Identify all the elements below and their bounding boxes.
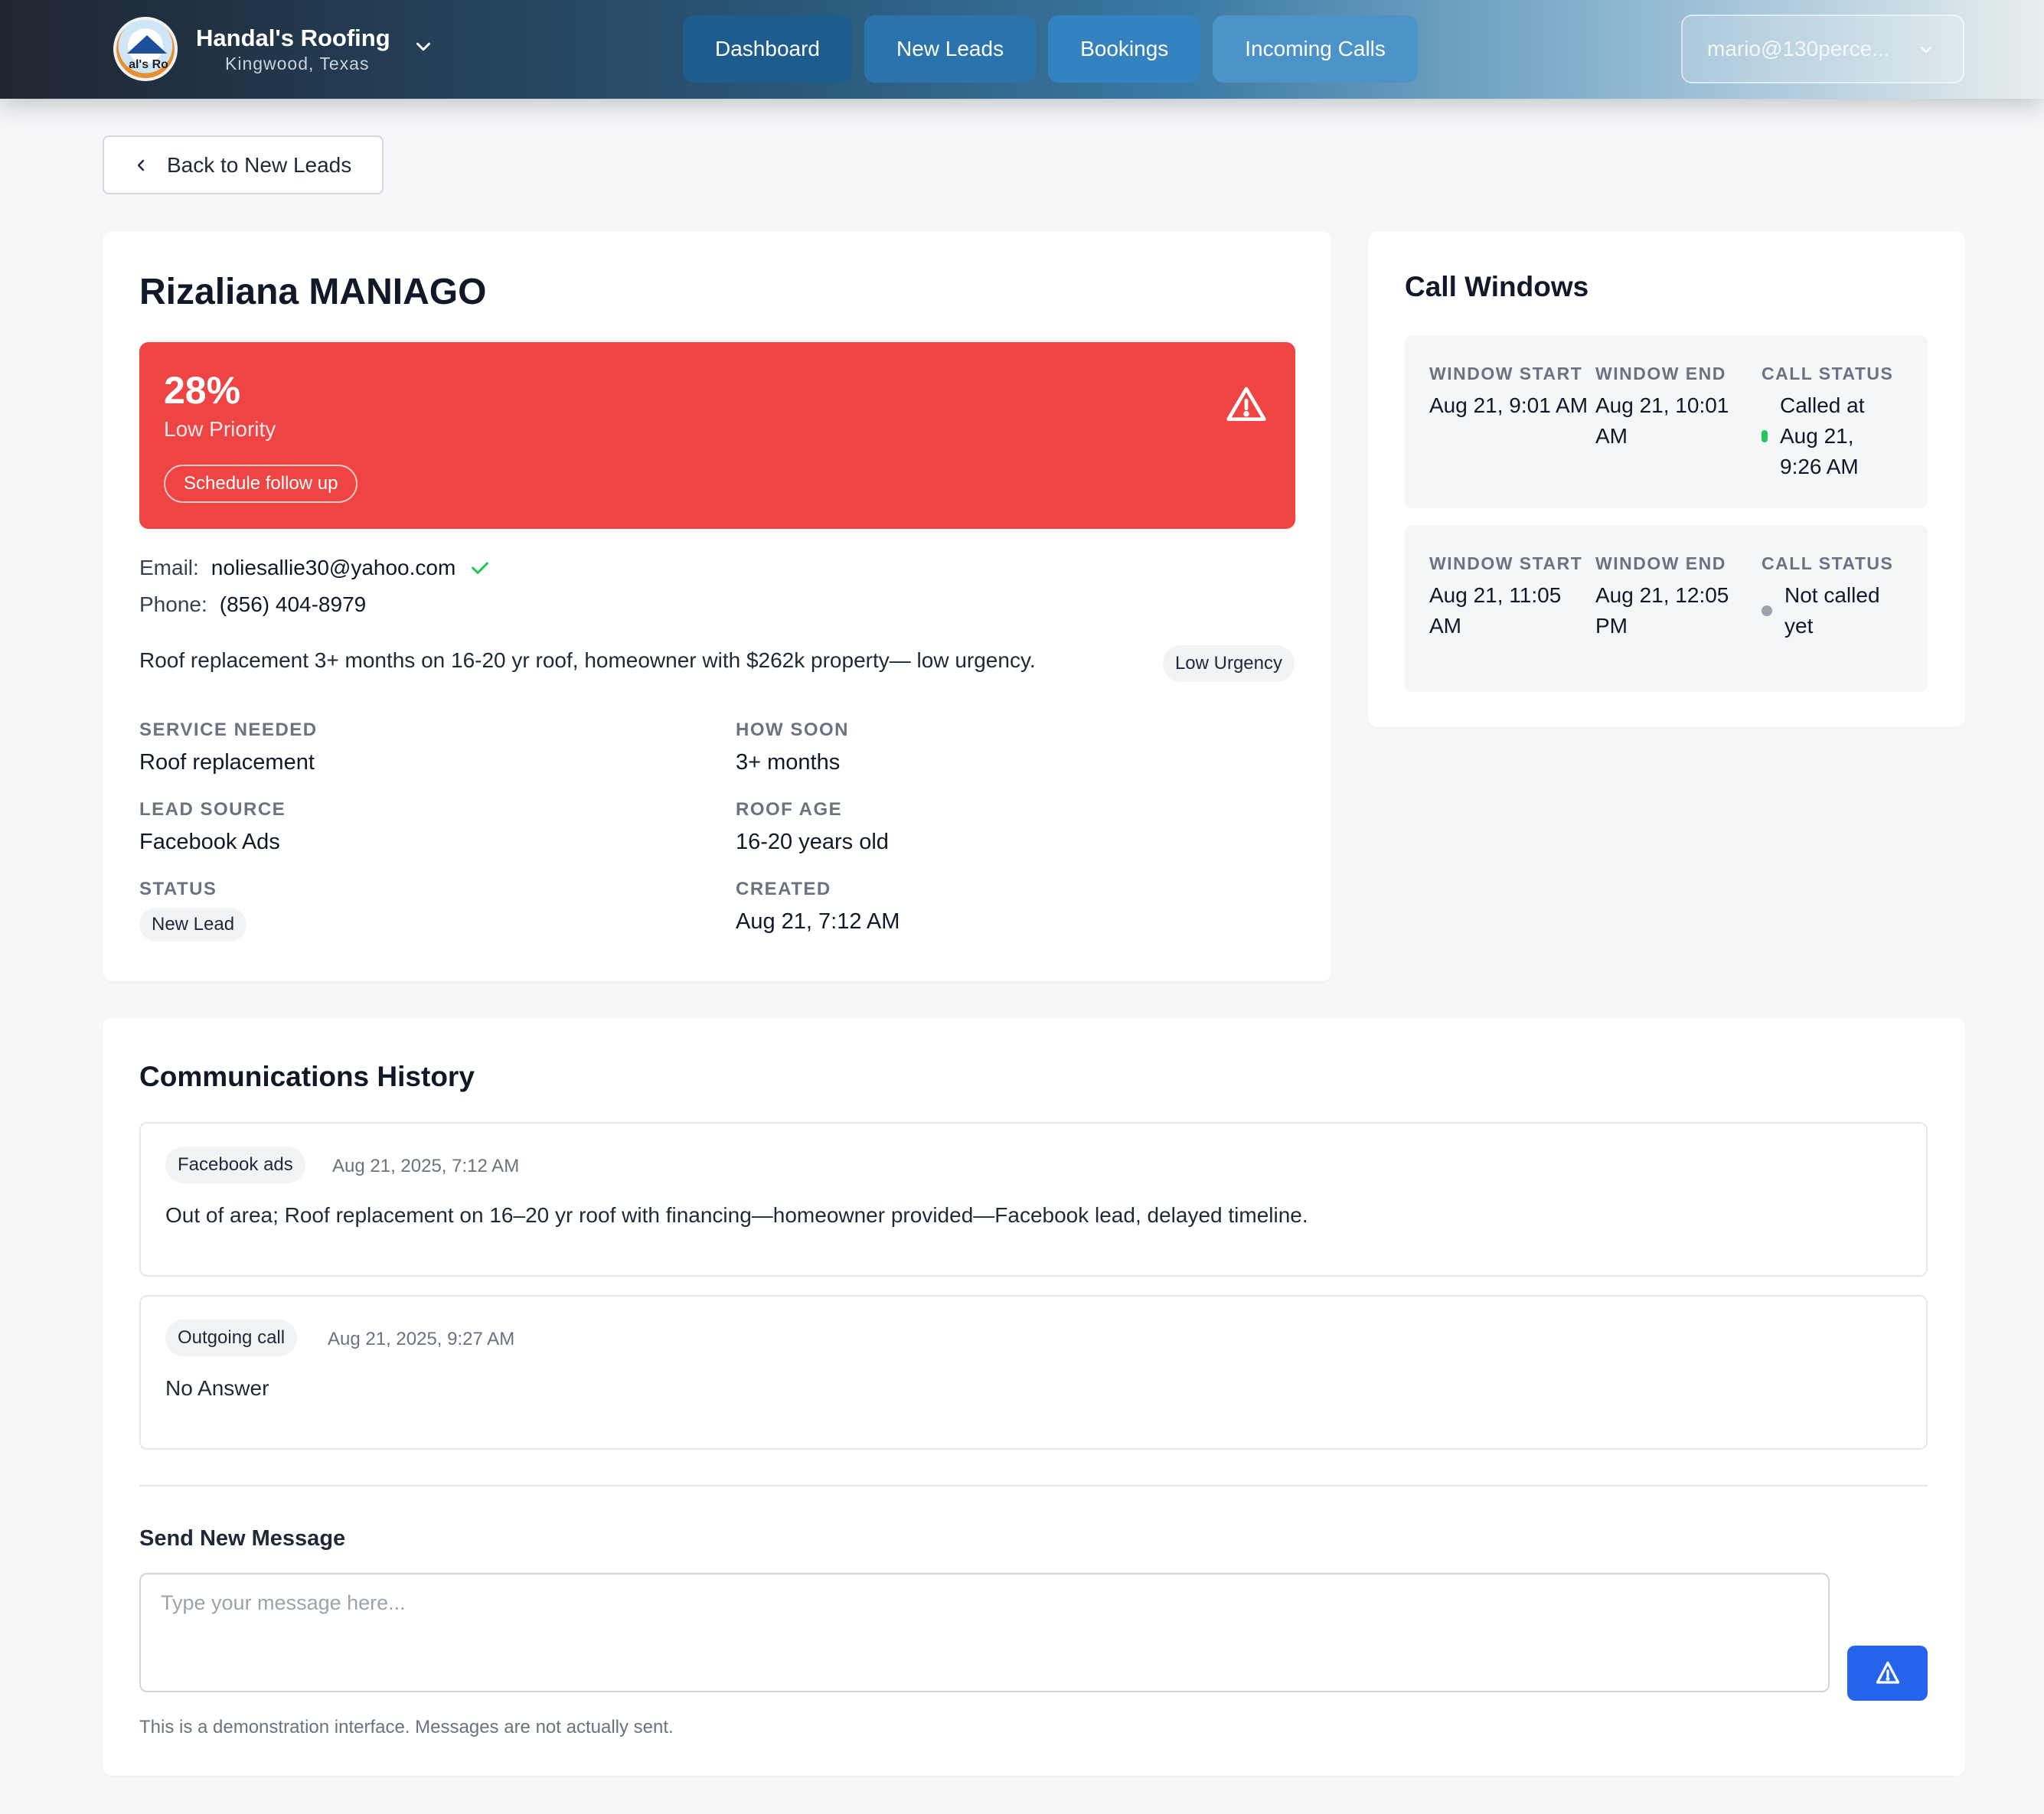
send-message-title: Send New Message: [139, 1526, 346, 1551]
phone-row: Phone: (856) 404-8979: [139, 592, 366, 617]
message-item: Facebook ads Aug 21, 2025, 7:12 AM Out o…: [139, 1122, 1928, 1277]
lead-details-card: Rizaliana MANIAGO 28% Low Priority Sched…: [103, 231, 1331, 981]
call-status-col: CALL STATUS Not called yet: [1762, 551, 1922, 641]
lead-name: Rizaliana MANIAGO: [139, 272, 487, 312]
divider: [139, 1485, 1928, 1486]
field-how-soon: HOW SOON 3+ months: [736, 719, 849, 775]
communications-card: Communications History Facebook ads Aug …: [103, 1018, 1965, 1776]
status-dot-icon: [1762, 605, 1772, 616]
status-badge: New Lead: [139, 908, 247, 941]
message-body: No Answer: [165, 1376, 269, 1400]
user-email: mario@130perce...: [1707, 37, 1890, 60]
email-value[interactable]: noliesallie30@yahoo.com: [211, 556, 456, 580]
nav-new-leads[interactable]: New Leads: [864, 15, 1037, 83]
call-status-col: CALL STATUS Called at Aug 21, 9:26 AM: [1762, 361, 1922, 482]
top-navigation-bar: al's Ro Handal's Roofing Kingwood, Texas…: [0, 0, 2044, 99]
field-value: 16-20 years old: [736, 830, 889, 854]
call-status-label: CALL STATUS: [1762, 553, 1894, 573]
window-start-value: Aug 21, 9:01 AM: [1429, 393, 1589, 417]
logo-roof-shape: [127, 35, 167, 54]
chevron-down-icon[interactable]: [412, 35, 435, 58]
chevron-down-icon: [1920, 46, 1932, 54]
nav-dashboard[interactable]: Dashboard: [683, 15, 852, 83]
lead-summary: Roof replacement 3+ months on 16-20 yr r…: [139, 648, 1036, 672]
window-start-label: WINDOW START: [1429, 364, 1583, 383]
message-input[interactable]: [139, 1573, 1830, 1692]
send-icon: [1876, 1661, 1899, 1684]
window-start-value: Aug 21, 11:05 AM: [1429, 583, 1562, 638]
main-nav: Dashboard New Leads Bookings Incoming Ca…: [683, 15, 1418, 83]
call-status: Not called yet: [1762, 580, 1922, 641]
window-end-col: WINDOW END Aug 21, 10:01 AM: [1595, 361, 1756, 452]
window-end-value: Aug 21, 12:05 PM: [1595, 583, 1729, 638]
field-value: Facebook Ads: [139, 830, 280, 854]
priority-banner: 28% Low Priority Schedule follow up: [139, 342, 1295, 529]
call-status-value: Not called yet: [1784, 583, 1880, 638]
field-label: ROOF AGE: [736, 799, 843, 820]
warning-triangle-icon: [1226, 387, 1266, 421]
brand-text: Handal's Roofing Kingwood, Texas: [196, 24, 390, 74]
call-windows-title: Call Windows: [1405, 271, 1589, 302]
window-end-label: WINDOW END: [1595, 364, 1726, 383]
field-service-needed: SERVICE NEEDED Roof replacement: [139, 719, 318, 775]
field-label: LEAD SOURCE: [139, 799, 286, 820]
field-value: 3+ months: [736, 750, 841, 775]
urgency-badge: Low Urgency: [1162, 645, 1295, 682]
message-body: Out of area; Roof replacement on 16–20 y…: [165, 1203, 1308, 1227]
logo-text: al's Ro: [129, 58, 168, 71]
brand-name: Handal's Roofing: [196, 24, 390, 51]
call-status-label: CALL STATUS: [1762, 364, 1894, 383]
field-roof-age: ROOF AGE 16-20 years old: [736, 799, 889, 855]
call-window-item: WINDOW START Aug 21, 9:01 AM WINDOW END …: [1405, 335, 1928, 508]
field-status: STATUS New Lead: [139, 879, 247, 941]
window-end-value: Aug 21, 10:01 AM: [1595, 393, 1729, 448]
field-lead-source: LEAD SOURCE Facebook Ads: [139, 799, 286, 855]
nav-bookings[interactable]: Bookings: [1048, 15, 1201, 83]
brand-switcher[interactable]: al's Ro Handal's Roofing Kingwood, Texas: [113, 17, 435, 81]
field-value: Roof replacement: [139, 750, 315, 775]
email-label: Email:: [139, 556, 199, 579]
back-label: Back to New Leads: [167, 152, 352, 177]
status-dot-icon: [1762, 430, 1768, 442]
call-window-item: WINDOW START Aug 21, 11:05 AM WINDOW END…: [1405, 525, 1928, 692]
user-menu-button[interactable]: mario@130perce...: [1681, 15, 1964, 83]
window-start-col: WINDOW START Aug 21, 9:01 AM: [1429, 361, 1590, 421]
company-logo: al's Ro: [113, 17, 178, 81]
window-start-label: WINDOW START: [1429, 553, 1583, 573]
communications-title: Communications History: [139, 1061, 475, 1092]
field-value: Aug 21, 7:12 AM: [736, 909, 900, 934]
call-windows-card: Call Windows WINDOW START Aug 21, 9:01 A…: [1368, 231, 1965, 727]
schedule-follow-up-button[interactable]: Schedule follow up: [164, 465, 358, 503]
nav-incoming-calls[interactable]: Incoming Calls: [1213, 15, 1418, 83]
channel-badge: Facebook ads: [165, 1147, 305, 1183]
demo-note: This is a demonstration interface. Messa…: [139, 1717, 674, 1737]
lead-score: 28%: [164, 369, 241, 412]
call-status: Called at Aug 21, 9:26 AM: [1762, 390, 1922, 482]
priority-label: Low Priority: [164, 417, 276, 441]
message-time: Aug 21, 2025, 9:27 AM: [328, 1329, 515, 1349]
window-end-label: WINDOW END: [1595, 553, 1726, 573]
field-label: SERVICE NEEDED: [139, 719, 318, 740]
phone-label: Phone:: [139, 592, 207, 616]
window-end-col: WINDOW END Aug 21, 12:05 PM: [1595, 551, 1756, 641]
phone-value[interactable]: (856) 404-8979: [220, 592, 366, 617]
field-label: HOW SOON: [736, 719, 849, 740]
field-label: STATUS: [139, 879, 217, 899]
send-button[interactable]: [1847, 1646, 1928, 1701]
window-start-col: WINDOW START Aug 21, 11:05 AM: [1429, 551, 1590, 641]
call-status-value: Called at Aug 21, 9:26 AM: [1780, 393, 1865, 478]
chevron-left-icon: [137, 159, 145, 171]
brand-location: Kingwood, Texas: [225, 54, 370, 73]
back-to-new-leads-button[interactable]: Back to New Leads: [103, 135, 384, 194]
verified-check-icon: [472, 562, 489, 574]
email-row: Email: noliesallie30@yahoo.com: [139, 556, 491, 580]
message-time: Aug 21, 2025, 7:12 AM: [332, 1156, 520, 1176]
field-created: CREATED Aug 21, 7:12 AM: [736, 879, 900, 935]
message-item: Outgoing call Aug 21, 2025, 9:27 AM No A…: [139, 1295, 1928, 1450]
field-label: CREATED: [736, 879, 831, 899]
channel-badge: Outgoing call: [165, 1320, 298, 1356]
